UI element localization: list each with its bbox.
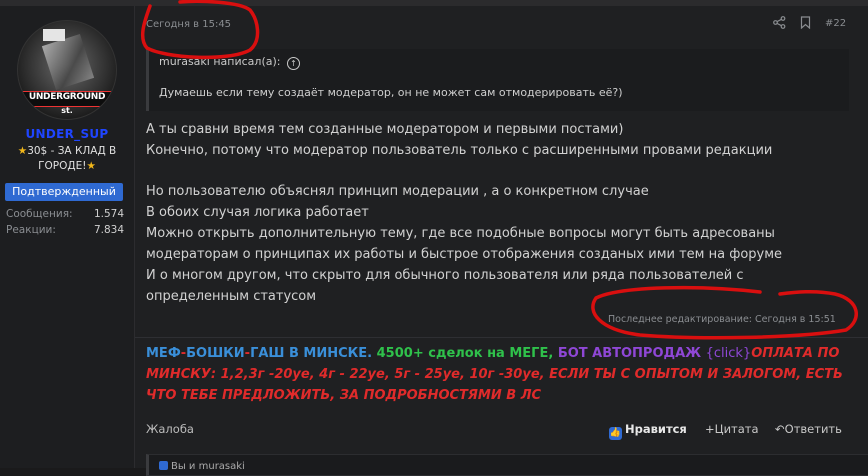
quote-text: Думаешь если тему создаёт модератор, он … [159, 86, 623, 99]
quote-label: Цитата [714, 422, 759, 436]
stat-value: 1.574 [93, 208, 124, 220]
post-body: Сегодня в 15:45 #22 murasaki написал(а):… [135, 6, 868, 476]
signature-line-2: МИНСКУ: 1,2,3г -20уе, 4г - 22уе, 5г - 25… [146, 367, 843, 382]
quote-button[interactable]: +Цитата [705, 422, 759, 436]
user-title: ★30$ - ЗА КЛАД В ГОРОДЕ!★ [8, 144, 126, 174]
quote-header[interactable]: murasaki написал(а): ↑ [159, 54, 847, 78]
stat-label: Реакции: [6, 224, 56, 236]
sig-part: сделок на МЕГЕ, [428, 346, 554, 361]
sig-part: ГАШ В МИНСКЕ. [250, 346, 373, 361]
avatar-tag [43, 29, 65, 41]
username-link[interactable]: UNDER_SUP [0, 127, 134, 141]
signature-line-1: МЕФ-БОШКИ-ГАШ В МИНСКЕ. 4500+ сделок на … [146, 346, 839, 361]
stat-label: Сообщения: [6, 208, 73, 220]
sig-part: 4500+ [376, 346, 424, 361]
likes-label: Вы и murasaki [171, 461, 245, 472]
share-icon[interactable] [773, 16, 786, 29]
thumbs-up-icon [159, 461, 168, 470]
likes-summary[interactable]: Вы и murasaki [146, 454, 868, 476]
avatar[interactable]: UNDERGROUND st. [17, 20, 117, 120]
like-label: Нравится [625, 422, 687, 436]
message-line: Но пользователю объяснял принцип модерац… [146, 184, 649, 199]
sig-click-link[interactable]: {click} [706, 346, 752, 361]
stat-messages: Сообщения: 1.574 [6, 208, 124, 220]
stat-reactions: Реакции: 7.834 [6, 224, 124, 236]
message-line: Конечно, потому что модератор пользовате… [146, 143, 773, 158]
reply-label: Ответить [784, 422, 842, 436]
star-icon: ★ [86, 160, 96, 172]
plus-icon: + [705, 422, 715, 436]
signature-divider [135, 337, 868, 338]
verified-badge: Подтвержденный [5, 183, 123, 201]
avatar-logo-subtext: st. [61, 106, 73, 115]
last-edit-note: Последнее редактирование: Сегодня в 15:5… [608, 314, 836, 325]
sig-part: БОТ АВТОПРОДАЖ [557, 346, 702, 361]
reply-arrow-icon: ↶ [775, 422, 785, 436]
reply-button[interactable]: ↶Ответить [775, 422, 842, 436]
message-line: Можно открыть дополнительную тему, где в… [146, 226, 775, 241]
message-line: А ты сравни время тем созданные модерато… [146, 122, 624, 137]
quote-author[interactable]: murasaki написал(а): [159, 55, 280, 68]
sig-part: ОПЛАТА ПО [751, 346, 840, 361]
message-line: И о многом другом, что скрыто для обычно… [146, 268, 744, 283]
message-line: модераторам о принципах их работы и быст… [146, 247, 783, 262]
signature-line-3: ЧТО ТЕБЕ ПРЕДЛОЖИТЬ, ЗА ПОДРОБНОСТЯМИ В … [146, 388, 542, 403]
post-date-link[interactable]: Сегодня в 15:45 [146, 19, 231, 30]
thumbs-up-icon: 👍 [609, 427, 622, 440]
stat-value: 7.834 [93, 224, 124, 236]
bookmark-icon[interactable] [800, 16, 811, 29]
user-sidebar: UNDERGROUND st. UNDER_SUP ★30$ - ЗА КЛАД… [0, 6, 135, 468]
likes-text: Вы и murasaki [159, 461, 245, 472]
like-button[interactable]: 👍 Нравится [609, 422, 687, 440]
arrow-up-circle-icon[interactable]: ↑ [286, 57, 300, 70]
avatar-logo-text: UNDERGROUND [28, 92, 106, 102]
report-link[interactable]: Жалоба [146, 422, 194, 436]
avatar-figure [41, 33, 95, 91]
post-number-link[interactable]: #22 [825, 18, 846, 29]
quote-block: murasaki написал(а): ↑ Думаешь если тему… [146, 49, 849, 111]
user-title-text: 30$ - ЗА КЛАД В ГОРОДЕ! [27, 145, 117, 172]
sig-part: БОШКИ [186, 346, 245, 361]
message-line: определенным статусом [146, 289, 317, 304]
sig-part: МЕФ [146, 346, 181, 361]
message-line: В обоих случая логика работает [146, 205, 369, 220]
star-icon: ★ [17, 145, 28, 157]
